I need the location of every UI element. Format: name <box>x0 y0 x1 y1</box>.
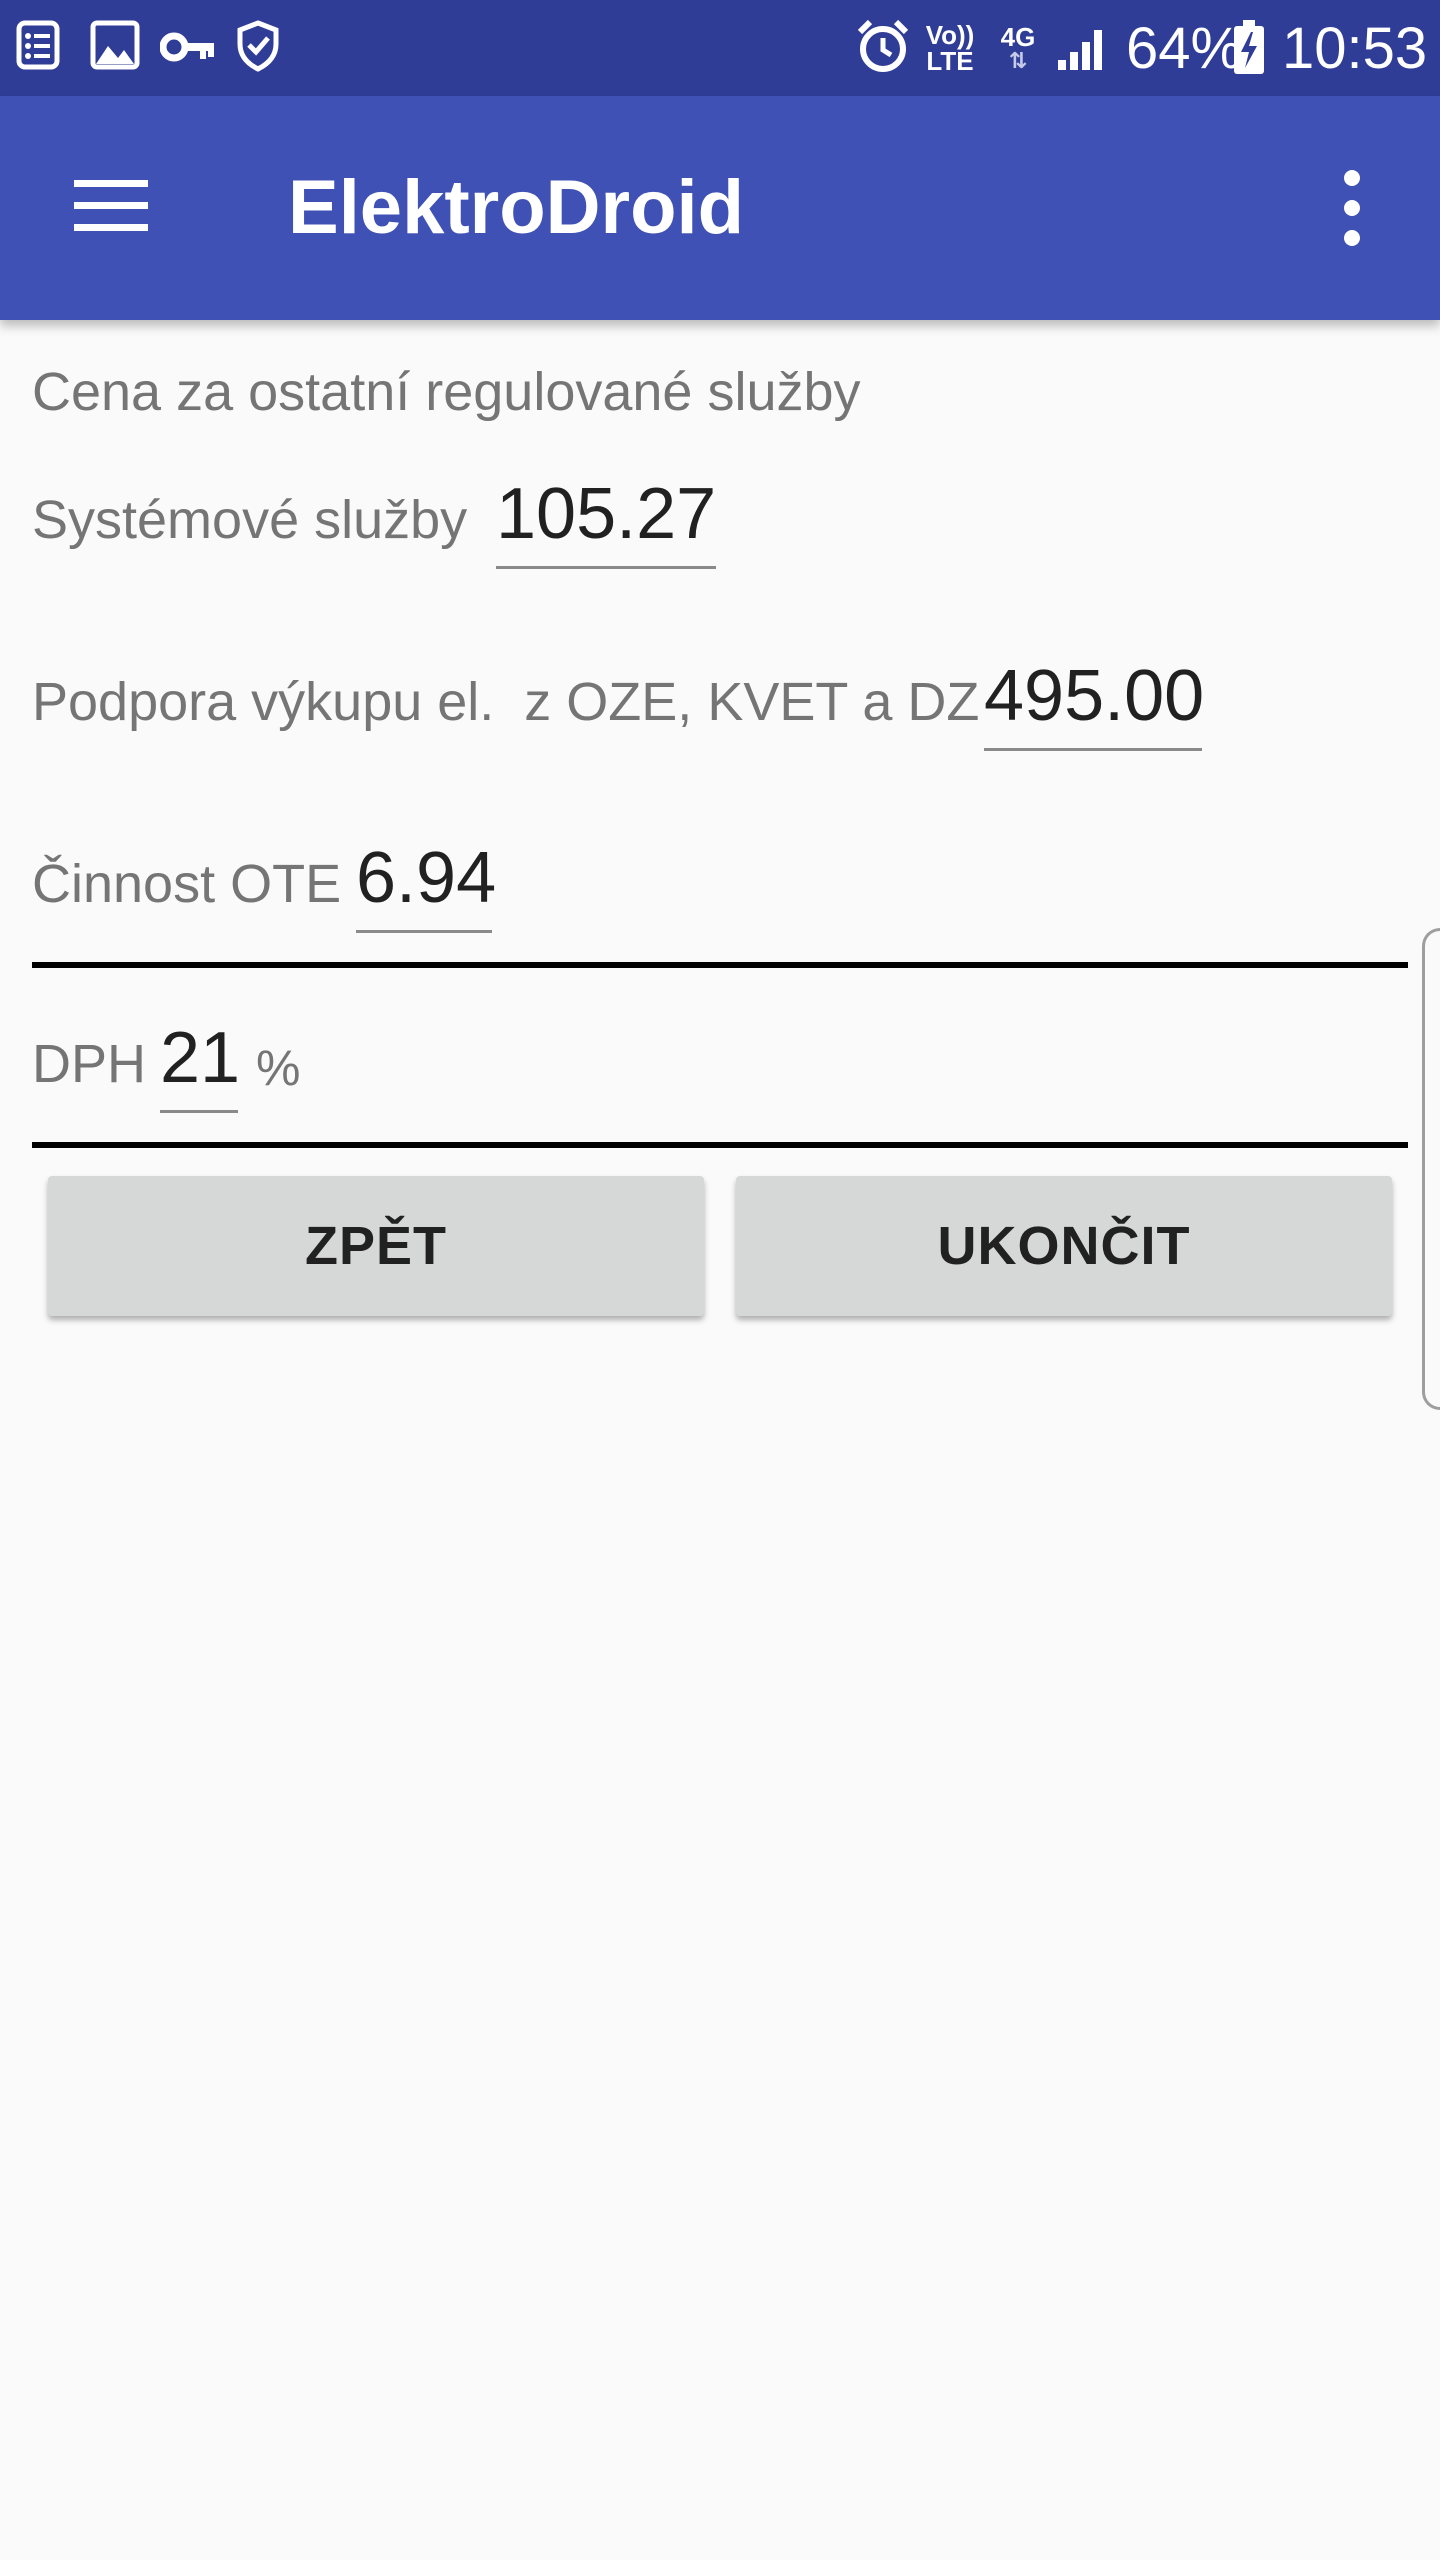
app-title: ElektroDroid <box>288 165 745 250</box>
more-vert-icon[interactable] <box>1330 166 1374 250</box>
quit-button[interactable]: UKONČIT <box>736 1176 1392 1316</box>
edge-panel-handle[interactable] <box>1422 928 1440 1410</box>
shield-check-icon <box>237 20 279 72</box>
clock: 10:53 <box>1282 16 1428 81</box>
alarm-icon <box>857 19 909 72</box>
podpora-vykupu-label: Podpora výkupu el. z OZE, KVET a DZ <box>32 672 980 732</box>
signal-icon <box>1058 30 1102 70</box>
image-icon <box>90 20 140 70</box>
section-title: Cena za ostatní regulované služby <box>32 362 861 422</box>
podpora-vykupu-input[interactable]: 495.00 <box>984 654 1204 751</box>
back-button[interactable]: ZPĚT <box>48 1176 704 1316</box>
cinnost-ote-input[interactable]: 6.94 <box>356 836 496 933</box>
systemove-sluzby-input[interactable]: 105.27 <box>496 472 716 569</box>
hamburger-menu-icon[interactable] <box>72 174 152 238</box>
divider <box>32 1142 1408 1148</box>
status-bar: Vo)) LTE 4G ⇅ 64% 10:53 <box>0 0 1440 96</box>
dph-input[interactable]: 21 <box>160 1016 240 1113</box>
dph-unit-label: % <box>256 1040 301 1096</box>
divider <box>32 962 1408 968</box>
dph-label: DPH <box>32 1034 147 1094</box>
volte-icon: Vo)) LTE <box>925 20 975 76</box>
key-icon <box>160 32 214 62</box>
systemove-sluzby-label: Systémové služby <box>32 490 468 550</box>
app-bar: ElektroDroid <box>0 96 1440 320</box>
network-4g-icon: 4G ⇅ <box>1000 22 1036 73</box>
battery-percent: 64% <box>1126 16 1243 81</box>
notes-icon <box>16 20 60 70</box>
cinnost-ote-label: Činnost OTE <box>32 854 342 914</box>
battery-charging-icon <box>1234 20 1264 74</box>
